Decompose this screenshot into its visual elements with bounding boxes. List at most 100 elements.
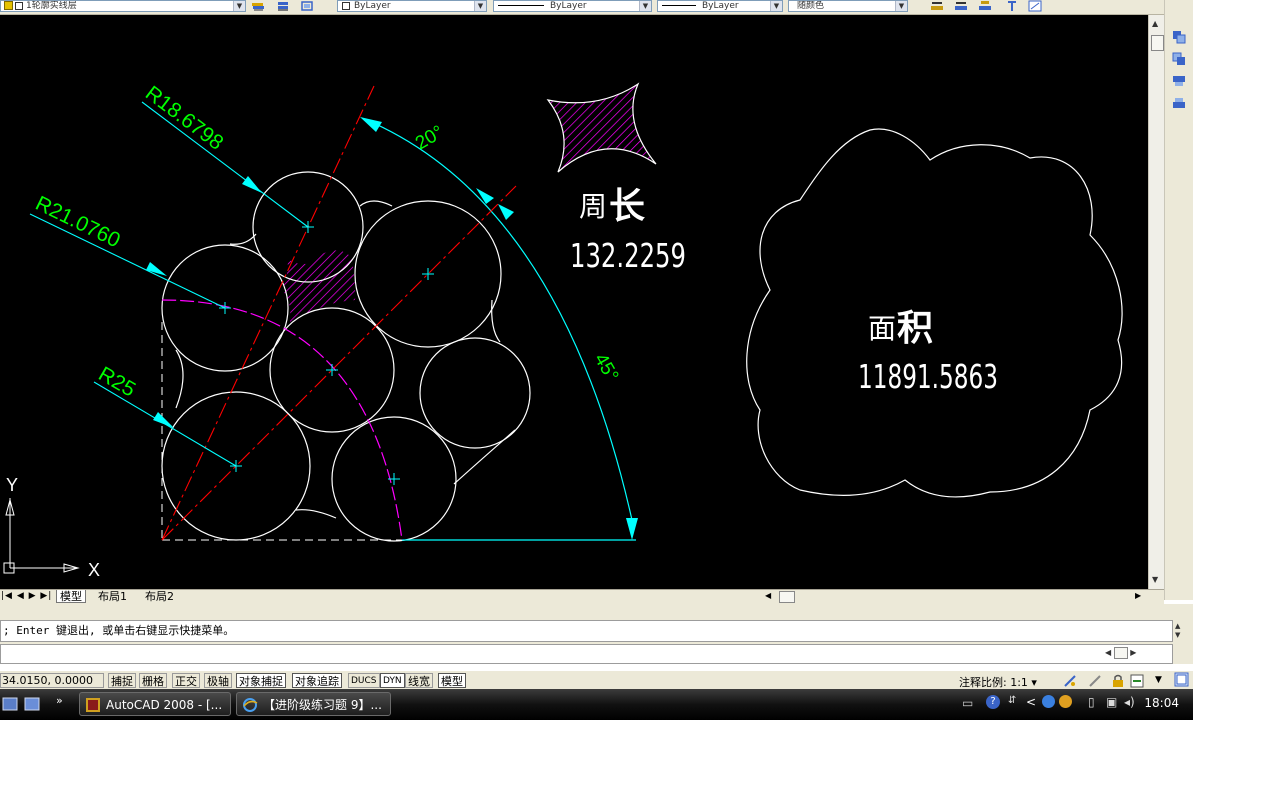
tab-layout1[interactable]: 布局1 (95, 590, 130, 603)
taskbar-autocad-label: AutoCAD 2008 - [... (106, 698, 223, 712)
layer-manager-icon[interactable] (251, 0, 265, 12)
plotstyle-combo[interactable]: 随颜色 ▼ (788, 0, 908, 12)
dim-arrow-top (360, 117, 382, 132)
chevron-down-icon[interactable]: ▼ (895, 1, 907, 11)
annotation-scale[interactable]: 注释比例: 1:1 ▾ (959, 674, 1037, 690)
dimension-update-icon[interactable] (978, 0, 992, 12)
make-object-layer-current-icon[interactable] (300, 0, 314, 12)
model-space-canvas[interactable]: R18.6798 R21.0760 R25 20° 45° 周 长 132.22… (0, 15, 1148, 589)
lineweight-combo[interactable]: ByLayer ▼ (657, 0, 783, 12)
bring-above-icon[interactable] (1172, 74, 1186, 88)
display-icon[interactable]: ▣ (1106, 695, 1117, 709)
tray-collapse-icon[interactable]: < (1026, 695, 1036, 709)
annotation-visibility-icon[interactable] (1063, 674, 1077, 688)
keyboard-icon[interactable]: ▭ (962, 696, 973, 710)
outer-arc-4 (453, 429, 516, 485)
color-combo[interactable]: ByLayer ▼ (337, 0, 487, 12)
leader-r186798 (141, 101, 309, 228)
taskbar-autocad-button[interactable]: AutoCAD 2008 - [... (79, 692, 231, 716)
switch-windows-icon[interactable] (24, 697, 40, 711)
scroll-thumb[interactable] (1151, 35, 1164, 51)
windows-taskbar: » AutoCAD 2008 - [... 【进阶级练习题 9】... ▭ ? … (0, 689, 1193, 720)
network-icon[interactable]: ⇵ (1008, 695, 1016, 706)
layer-previous-icon[interactable] (276, 0, 290, 12)
chevron-down-icon[interactable]: ▼ (474, 1, 486, 11)
scroll-down-arrow[interactable]: ▼ (1152, 575, 1158, 584)
plotstyle-combo-value: 随颜色 (797, 1, 825, 11)
bring-to-front-icon[interactable] (1172, 30, 1186, 44)
lineweight-combo-value: ByLayer (702, 1, 739, 11)
internet-explorer-icon (243, 698, 258, 712)
command-input-line[interactable] (0, 644, 1173, 664)
hscroll-right-arrow[interactable]: ▶ (1135, 591, 1141, 600)
text-icon[interactable] (1005, 0, 1019, 12)
leader-arrow-r186798 (242, 176, 262, 193)
status-ortho-button[interactable]: 正交 (172, 673, 200, 688)
properties-toolbar: 1轮廓实线层 ▼ ByLayer ▼ ByLayer ▼ ByLayer ▼ 随… (0, 0, 1193, 15)
vertical-scrollbar[interactable]: ▲ ▼ (1148, 15, 1164, 589)
leader-r210760 (29, 213, 226, 309)
ucs-x-label: X (88, 560, 100, 580)
command-hscroll[interactable]: ◀ ▶ (1105, 646, 1165, 660)
show-desktop-icon[interactable] (2, 697, 18, 711)
chevron-down-icon[interactable]: ▼ (770, 1, 782, 11)
auto-scale-icon[interactable] (1088, 674, 1102, 688)
hatch-region (282, 250, 356, 322)
panel-gap (0, 604, 1193, 618)
status-dyn-button[interactable]: DYN (380, 673, 405, 688)
update-icon[interactable] (1059, 695, 1072, 708)
color-swatch (342, 1, 350, 10)
area-value: 11891.5863 (858, 357, 998, 396)
send-to-back-icon[interactable] (1172, 52, 1186, 66)
lineweight-preview (662, 5, 696, 6)
help-icon[interactable]: ? (986, 695, 1000, 709)
tab-model[interactable]: 模型 (56, 590, 86, 603)
zoom-window-icon[interactable] (1028, 0, 1042, 12)
perimeter-label-b: 长 (609, 186, 645, 227)
command-history-line: ; Enter 键退出, 或单击右键显示快捷菜单。 (0, 620, 1173, 642)
concave-star-shape (546, 82, 657, 173)
linetype-combo[interactable]: ByLayer ▼ (493, 0, 652, 12)
taskbar-browser-button[interactable]: 【进阶级练习题 9】... (236, 692, 391, 716)
status-bar: 34.0150, 0.0000 捕捉 栅格 正交 极轴 对象捕捉 对象追踪 DU… (0, 670, 1193, 690)
send-under-icon[interactable] (1172, 96, 1186, 110)
hscroll-left-arrow[interactable]: ◀ (765, 591, 771, 600)
outer-arc-1 (229, 233, 257, 245)
tab-layout2[interactable]: 布局2 (142, 590, 177, 603)
status-ducs-button[interactable]: DUCS (348, 673, 380, 688)
leader-arrow-r210760 (146, 262, 167, 276)
status-model-button[interactable]: 模型 (438, 673, 466, 688)
status-tray-settings-icon[interactable] (1130, 674, 1144, 688)
volume-icon[interactable]: ◂) (1124, 695, 1135, 709)
color-combo-value: ByLayer (354, 1, 391, 11)
status-grid-button[interactable]: 栅格 (139, 673, 167, 688)
annotation-scale-value: 1:1 (1010, 676, 1028, 689)
quicklaunch-expand-icon[interactable]: » (56, 694, 63, 707)
perimeter-label-a: 周 (579, 190, 607, 223)
security-shield-icon[interactable] (1042, 695, 1055, 708)
leader-arrow-r25 (153, 412, 174, 428)
dimension-style-icon[interactable] (954, 0, 968, 12)
command-scroll-arrows[interactable]: ▲ ▼ (1175, 622, 1180, 640)
ucs-icon (3, 498, 80, 574)
status-lineweight-button[interactable]: 线宽 (405, 673, 433, 688)
device-icon[interactable]: ▯ (1088, 695, 1095, 709)
status-snap-button[interactable]: 捕捉 (108, 673, 136, 688)
layer-color-swatch (15, 1, 23, 10)
flower-outline (746, 128, 1123, 498)
status-polar-button[interactable]: 极轴 (204, 673, 232, 688)
lock-icon[interactable] (1111, 674, 1125, 688)
dimension-icon[interactable] (930, 0, 944, 12)
chevron-down-icon[interactable]: ▼ (639, 1, 651, 11)
status-menu-arrow-icon[interactable]: ▼ (1155, 675, 1162, 685)
status-osnap-button[interactable]: 对象捕捉 (236, 673, 286, 688)
hscroll-thumb[interactable] (779, 591, 795, 603)
draw-order-toolbar (1164, 0, 1193, 600)
clean-screen-icon[interactable] (1174, 672, 1189, 687)
status-otrack-button[interactable]: 对象追踪 (292, 673, 342, 688)
tab-nav-arrows[interactable]: |◀ ◀ ▶ ▶| (1, 590, 52, 603)
scroll-up-arrow[interactable]: ▲ (1152, 19, 1158, 28)
chevron-down-icon[interactable]: ▼ (233, 1, 245, 11)
area-label-a: 面 (868, 312, 896, 345)
layer-combo[interactable]: 1轮廓实线层 ▼ (0, 0, 246, 12)
